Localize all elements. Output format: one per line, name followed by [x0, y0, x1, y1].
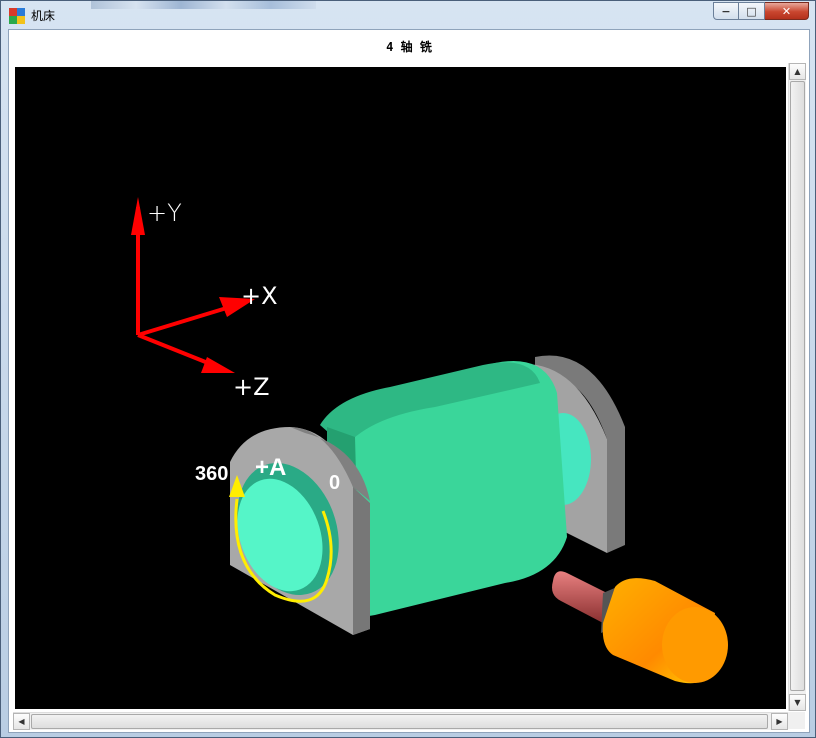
- size-grip[interactable]: [788, 712, 805, 729]
- a-axis-start-value: 0: [329, 472, 340, 494]
- close-button[interactable]: ✕: [765, 2, 809, 20]
- title-decoration: [91, 1, 316, 9]
- document-title: 4 轴 铣: [386, 40, 432, 54]
- z-axis-arrowhead: [201, 357, 235, 373]
- vertical-scroll-thumb[interactable]: [790, 81, 805, 691]
- maximize-button[interactable]: □: [739, 2, 765, 20]
- z-axis-label: +Z: [233, 373, 270, 401]
- scroll-up-button[interactable]: ▲: [789, 63, 806, 80]
- y-axis-label: +Y: [147, 199, 182, 227]
- y-axis-arrowhead: [131, 197, 145, 235]
- 3d-viewport[interactable]: +Y +X +Z 360 +A 0: [15, 67, 786, 709]
- caption-buttons: − □ ✕: [713, 2, 809, 20]
- coordinate-axes: +Y +X +Z: [131, 197, 278, 401]
- scroll-left-button[interactable]: ◀: [13, 713, 30, 730]
- cutting-tool: [552, 571, 728, 684]
- minimize-button[interactable]: −: [713, 2, 739, 20]
- a-axis-end-value: 360: [195, 463, 228, 485]
- scroll-right-button[interactable]: ▶: [771, 713, 788, 730]
- window-title: 机床: [31, 9, 56, 23]
- title-bar[interactable]: 机床 − □ ✕: [1, 1, 815, 29]
- horizontal-scroll-thumb[interactable]: [31, 714, 768, 729]
- app-window: 机床 − □ ✕ 4 轴 铣 +Y +X +Z 360 +A 0 ▲ ▼ ◀ ▶: [0, 0, 816, 738]
- client-area: 4 轴 铣 +Y +X +Z 360 +A 0 ▲ ▼ ◀ ▶: [8, 29, 810, 733]
- scroll-down-button[interactable]: ▼: [789, 694, 806, 711]
- x-axis-label: +X: [241, 282, 278, 310]
- app-icon[interactable]: [9, 8, 25, 24]
- a-axis-label: +A: [255, 454, 286, 481]
- machine-scene: +Y +X +Z 360 +A 0: [131, 197, 728, 684]
- horizontal-scrollbar[interactable]: ◀ ▶: [13, 712, 788, 730]
- vertical-scrollbar[interactable]: ▲ ▼: [788, 63, 806, 711]
